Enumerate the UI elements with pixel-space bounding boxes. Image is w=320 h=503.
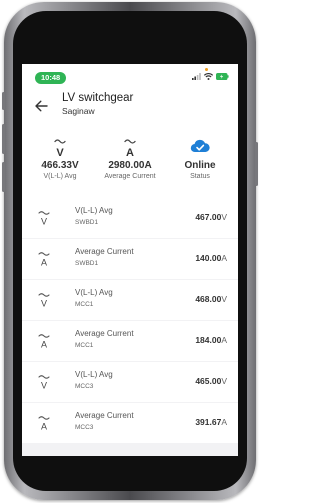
phone-volume-down — [2, 162, 5, 192]
list-item[interactable]: V V(L-L) Avg MCC1 468.00V — [22, 280, 238, 320]
row-value: 468.00V — [195, 294, 227, 304]
row-device: SWBD1 — [75, 219, 99, 226]
row-symbol: V — [41, 299, 47, 309]
row-title: V(L-L) Avg — [75, 288, 113, 297]
ac-voltage-icon: V — [38, 211, 50, 227]
row-number: 468.00 — [195, 294, 222, 304]
row-device: SWBD1 — [75, 260, 99, 267]
row-value: 184.00A — [195, 335, 227, 345]
measurement-list: V V(L-L) Avg SWBD1 467.00V A Average Cur… — [22, 198, 238, 456]
kpi-status-value: Online — [184, 160, 216, 171]
row-title: V(L-L) Avg — [75, 370, 113, 379]
summary-panel: V 466.33V V(L-L) Avg A 2980.00A Average — [22, 138, 238, 188]
ac-current-icon: A — [38, 416, 50, 432]
phone-bezel: 10:48 LV switchgear Saginaw V 466.33V V(… — [13, 11, 247, 491]
phone-side-button — [2, 92, 5, 110]
row-value: 465.00V — [195, 376, 227, 386]
status-icons — [192, 73, 229, 80]
row-value: 391.67A — [195, 417, 227, 427]
row-number: 184.00 — [195, 335, 222, 345]
kpi-current-value: 2980.00A — [108, 160, 152, 171]
row-unit: V — [221, 376, 227, 386]
kpi-current: A 2980.00A Average Current — [95, 138, 165, 180]
phone-power-button — [255, 142, 258, 186]
row-symbol: A — [41, 422, 47, 432]
wifi-icon — [204, 73, 213, 80]
status-time: 10:48 — [35, 72, 67, 84]
cellular-signal-icon — [192, 73, 201, 80]
row-number: 140.00 — [195, 253, 222, 263]
row-symbol: A — [41, 340, 47, 350]
privacy-indicator-icon — [205, 68, 208, 71]
cloud-check-icon — [190, 139, 210, 153]
ac-voltage-icon: V — [38, 375, 50, 391]
battery-charging-icon — [216, 73, 229, 80]
page-subtitle: Saginaw — [62, 106, 95, 116]
phone-frame: 10:48 LV switchgear Saginaw V 466.33V V(… — [2, 2, 258, 500]
ac-current-icon: A — [38, 334, 50, 350]
kpi-voltage: V 466.33V V(L-L) Avg — [25, 138, 95, 180]
kpi-status-label: Status — [190, 173, 210, 180]
kpi-voltage-label: V(L-L) Avg — [43, 173, 77, 180]
kpi-voltage-symbol: V — [56, 147, 64, 158]
row-unit: A — [221, 335, 227, 345]
row-device: MCC3 — [75, 424, 94, 431]
row-device: MCC1 — [75, 301, 94, 308]
arrow-left-icon[interactable] — [34, 99, 48, 113]
kpi-voltage-value: 466.33V — [41, 160, 79, 171]
row-device: MCC1 — [75, 342, 94, 349]
list-item[interactable]: A Average Current MCC3 391.67A — [22, 403, 238, 443]
row-unit: A — [221, 253, 227, 263]
phone-volume-up — [2, 124, 5, 154]
row-title: Average Current — [75, 411, 134, 420]
row-title: V(L-L) Avg — [75, 206, 113, 215]
row-symbol: V — [41, 217, 47, 227]
ac-current-icon: A — [38, 252, 50, 268]
kpi-status: Online Status — [165, 138, 235, 180]
list-item[interactable]: A Average Current SWBD1 140.00A — [22, 239, 238, 279]
page-header: LV switchgear Saginaw — [22, 92, 238, 126]
status-bar: 10:48 — [22, 64, 238, 90]
ac-voltage-icon: V — [54, 139, 66, 158]
row-device: MCC3 — [75, 383, 94, 390]
row-title: Average Current — [75, 329, 134, 338]
row-number: 391.67 — [195, 417, 222, 427]
row-symbol: A — [41, 258, 47, 268]
row-number: 467.00 — [195, 212, 222, 222]
kpi-current-symbol: A — [126, 147, 134, 158]
row-unit: V — [221, 294, 227, 304]
row-value: 467.00V — [195, 212, 227, 222]
page-title: LV switchgear — [62, 92, 134, 104]
row-unit: A — [221, 417, 227, 427]
app-screen: 10:48 LV switchgear Saginaw V 466.33V V(… — [22, 64, 238, 456]
row-title: Average Current — [75, 247, 134, 256]
list-item[interactable]: A Average Current MCC1 184.00A — [22, 321, 238, 361]
ac-voltage-icon: V — [38, 293, 50, 309]
list-item[interactable]: V V(L-L) Avg MCC3 465.00V — [22, 362, 238, 402]
kpi-current-label: Average Current — [104, 173, 156, 180]
ac-current-icon: A — [124, 139, 136, 158]
list-item[interactable]: V V(L-L) Avg SWBD1 467.00V — [22, 198, 238, 238]
row-value: 140.00A — [195, 253, 227, 263]
row-number: 465.00 — [195, 376, 222, 386]
row-symbol: V — [41, 381, 47, 391]
row-unit: V — [221, 212, 227, 222]
